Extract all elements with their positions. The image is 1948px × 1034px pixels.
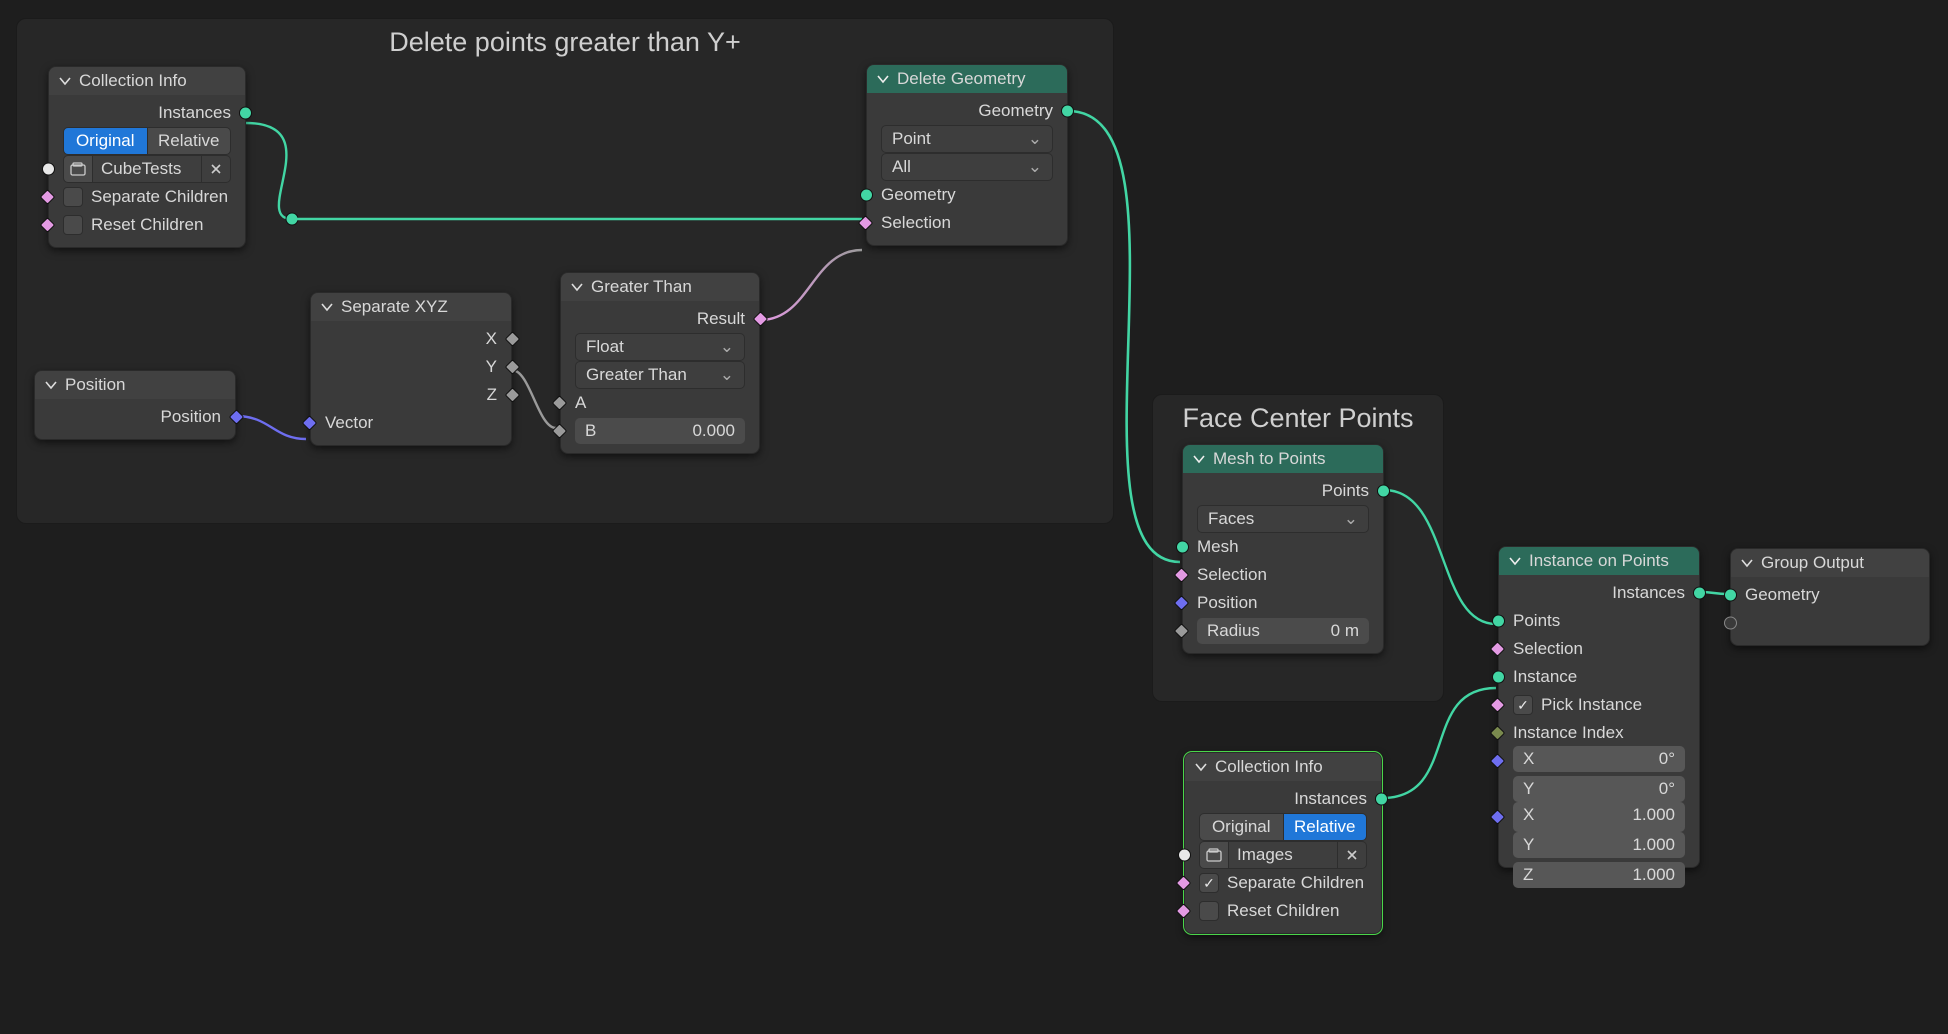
socket-instances-out[interactable]	[1693, 587, 1706, 600]
collection-icon	[63, 155, 93, 183]
node-title: Group Output	[1761, 553, 1864, 573]
row-pick-instance[interactable]: Pick Instance	[1499, 693, 1699, 717]
node-delete-geometry[interactable]: Delete Geometry Geometry Point⌄ All⌄ Geo…	[866, 64, 1068, 246]
node-title: Collection Info	[79, 71, 187, 91]
collection-name: Images	[1229, 841, 1338, 869]
transform-space-toggle[interactable]: Original Relative	[63, 127, 231, 155]
mode-select[interactable]: All⌄	[881, 153, 1053, 181]
socket-collection-in[interactable]	[1178, 849, 1191, 862]
btn-relative[interactable]: Relative	[1284, 813, 1368, 841]
socket-rotation-in[interactable]	[1490, 753, 1506, 769]
rot-x[interactable]: X0°	[1513, 746, 1685, 772]
btn-original[interactable]: Original	[1199, 813, 1284, 841]
frame-face-title: Face Center Points	[1182, 403, 1413, 434]
radius-input[interactable]: Radius0 m	[1197, 618, 1369, 644]
socket-instance-in[interactable]	[1492, 671, 1505, 684]
node-greater-than[interactable]: Greater Than Result Float⌄ Greater Than⌄…	[560, 272, 760, 454]
chevron-down-icon	[877, 73, 889, 85]
socket-geometry-in[interactable]	[1724, 589, 1737, 602]
socket-selection-in[interactable]	[1490, 641, 1506, 657]
socket-geometry-in[interactable]	[860, 189, 873, 202]
node-instance-on-points[interactable]: Instance on Points Instances Points Sele…	[1498, 546, 1700, 868]
socket-pick-in[interactable]	[1490, 697, 1506, 713]
clear-icon[interactable]	[1338, 841, 1367, 869]
collection-icon	[1199, 841, 1229, 869]
dtype-select[interactable]: Float⌄	[575, 333, 745, 361]
frame-delete-title: Delete points greater than Y+	[389, 27, 741, 58]
chevron-down-icon: ⌄	[1028, 154, 1042, 180]
transform-space-toggle[interactable]: Original Relative	[1199, 813, 1367, 841]
out-instances: Instances	[49, 101, 245, 125]
node-collection-info-1[interactable]: Collection Info Instances Original Relat…	[48, 66, 246, 248]
socket-index-in[interactable]	[1490, 725, 1506, 741]
node-header[interactable]: Collection Info	[49, 67, 245, 95]
node-title: Delete Geometry	[897, 69, 1026, 89]
link-coll2-instance	[1382, 688, 1496, 798]
node-mesh-to-points[interactable]: Mesh to Points Points Faces⌄ Mesh Select…	[1182, 444, 1384, 654]
node-title: Position	[65, 375, 125, 395]
chevron-down-icon: ⌄	[720, 362, 734, 388]
scale-y[interactable]: Y1.000	[1513, 832, 1685, 858]
node-title: Collection Info	[1215, 757, 1323, 777]
domain-select[interactable]: Point⌄	[881, 125, 1053, 153]
node-title: Mesh to Points	[1213, 449, 1325, 469]
m2p-mode-select[interactable]: Faces⌄	[1197, 505, 1369, 533]
socket-mesh-in[interactable]	[1176, 541, 1189, 554]
node-collection-info-2[interactable]: Collection Info Instances Original Relat…	[1184, 752, 1382, 934]
node-title: Instance on Points	[1529, 551, 1669, 571]
row-separate-children[interactable]: Separate Children	[1185, 871, 1381, 895]
node-title: Separate XYZ	[341, 297, 448, 317]
socket-instances-out[interactable]	[239, 107, 252, 120]
chevron-down-icon: ⌄	[720, 334, 734, 360]
node-separate-xyz[interactable]: Separate XYZ X Y Z Vector	[310, 292, 512, 446]
chevron-down-icon	[45, 379, 57, 391]
btn-relative[interactable]: Relative	[148, 127, 232, 155]
chevron-down-icon	[571, 281, 583, 293]
socket-scale-in[interactable]	[1490, 809, 1506, 825]
chevron-down-icon	[59, 75, 71, 87]
b-input[interactable]: B0.000	[575, 418, 745, 444]
scale-x[interactable]: X1.000	[1513, 802, 1685, 828]
socket-points-in[interactable]	[1492, 615, 1505, 628]
socket-geometry-out[interactable]	[1061, 105, 1074, 118]
btn-original[interactable]: Original	[63, 127, 148, 155]
chevron-down-icon	[1195, 761, 1207, 773]
socket-collection-in[interactable]	[42, 163, 55, 176]
chevron-down-icon: ⌄	[1028, 126, 1042, 152]
op-select[interactable]: Greater Than⌄	[575, 361, 745, 389]
chevron-down-icon	[321, 301, 333, 313]
socket-reset-children[interactable]	[1176, 903, 1192, 919]
node-position[interactable]: Position Position	[34, 370, 236, 440]
socket-points-out[interactable]	[1377, 485, 1390, 498]
socket-instances-out[interactable]	[1375, 793, 1388, 806]
collection-name: CubeTests	[93, 155, 202, 183]
row-separate-children[interactable]: Separate Children	[49, 185, 245, 209]
node-title: Greater Than	[591, 277, 692, 297]
node-group-output[interactable]: Group Output Geometry	[1730, 548, 1930, 646]
chevron-down-icon	[1193, 453, 1205, 465]
out-position: Position	[35, 405, 235, 429]
row-reset-children[interactable]: Reset Children	[1185, 899, 1381, 923]
clear-icon[interactable]	[202, 155, 231, 183]
collection-picker[interactable]: CubeTests	[63, 155, 231, 183]
socket-sep-children[interactable]	[1176, 875, 1192, 891]
rot-y[interactable]: Y0°	[1513, 776, 1685, 802]
collection-picker[interactable]: Images	[1199, 841, 1367, 869]
socket-empty-in[interactable]	[1724, 617, 1737, 630]
chevron-down-icon	[1509, 555, 1521, 567]
chevron-down-icon	[1741, 557, 1753, 569]
row-reset-children[interactable]: Reset Children	[49, 213, 245, 237]
chevron-down-icon: ⌄	[1344, 506, 1358, 532]
scale-z[interactable]: Z1.000	[1513, 862, 1685, 888]
